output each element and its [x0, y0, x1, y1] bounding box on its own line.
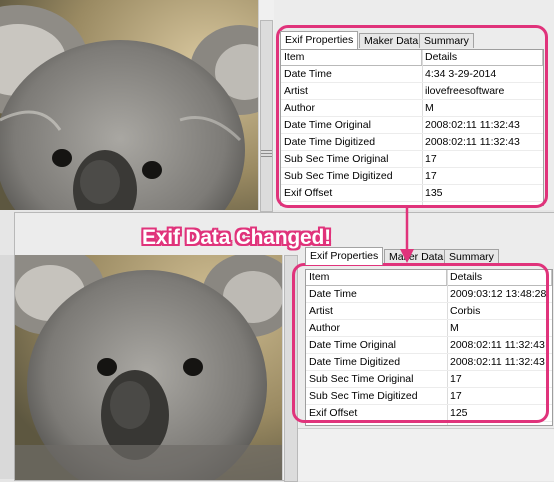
- exif-changed-headline: Exif Data Changed!: [142, 226, 331, 249]
- after-table-row[interactable]: Exif Offset 125: [306, 405, 552, 422]
- before-row-details: ilovefreesoftware: [425, 85, 505, 97]
- after-tab-exif-properties[interactable]: Exif Properties: [305, 247, 384, 265]
- after-window: Exif Properties Maker Data Summary Item …: [14, 212, 554, 482]
- after-column-details[interactable]: Details: [447, 270, 552, 285]
- before-row-item: Sub Sec Time Original: [284, 153, 389, 165]
- before-scroll-thumb[interactable]: [260, 20, 273, 212]
- before-row-details: M: [425, 102, 434, 114]
- before-tab-summary[interactable]: Summary: [419, 33, 474, 48]
- after-image-scrollbar[interactable]: [282, 255, 299, 482]
- before-row-details: 2008:02:11 11:32:43: [425, 136, 520, 148]
- before-table-row[interactable]: Exif Offset 135: [281, 185, 543, 202]
- before-row-item: Artist: [284, 85, 308, 97]
- after-row-item: Sub Sec Time Original: [309, 373, 414, 385]
- before-row-item: Date Time: [284, 68, 332, 80]
- before-table-row[interactable]: Date Time 4:34 3-29-2014: [281, 66, 543, 83]
- before-window: Exif Properties Maker Data Summary Item …: [0, 0, 554, 212]
- before-row-item: Exif Offset: [284, 187, 333, 199]
- after-row-details: M: [450, 322, 459, 334]
- after-table-row[interactable]: Sub Sec Time Original 17: [306, 371, 552, 388]
- before-table-row[interactable]: Date Time Digitized 2008:02:11 11:32:43: [281, 134, 543, 151]
- after-row-item: Date Time Original: [309, 339, 396, 351]
- before-table-row[interactable]: Date Time Original 2008:02:11 11:32:43: [281, 117, 543, 134]
- after-row-item: Date Time Digitized: [309, 356, 401, 368]
- after-table-row[interactable]: Date Time Digitized 2008:02:11 11:32:43: [306, 354, 552, 371]
- after-exif-table: Item Details Date Time 2009:03:12 13:48:2…: [305, 269, 553, 426]
- after-left-border: [0, 255, 15, 479]
- after-table-row[interactable]: Date Time 2009:03:12 13:48:28: [306, 286, 552, 303]
- after-row-item: Author: [309, 322, 340, 334]
- before-table-row[interactable]: Sub Sec Time Digitized 17: [281, 168, 543, 185]
- before-table-row[interactable]: Sub Sec Time Original 17: [281, 151, 543, 168]
- after-table-row[interactable]: Artist Corbis: [306, 303, 552, 320]
- after-row-item: Artist: [309, 305, 333, 317]
- after-row-details: Corbis: [450, 305, 481, 317]
- after-status-strip: [298, 428, 554, 481]
- after-table-header: Item Details: [306, 270, 552, 286]
- after-row-details: 2009:03:12 13:48:28: [450, 288, 547, 300]
- before-exif-table: Item Details Date Time 4:34 3-29-2014 Arti…: [280, 49, 544, 206]
- after-row-details: 17: [450, 390, 462, 402]
- before-row-details: 135: [425, 187, 443, 199]
- before-table-header: Item Details: [281, 50, 543, 66]
- after-koala-image: [15, 255, 282, 480]
- after-row-item: Date Time: [309, 288, 357, 300]
- before-tab-exif-properties[interactable]: Exif Properties: [280, 31, 359, 49]
- before-row-item: Sub Sec Time Digitized: [284, 170, 393, 182]
- before-column-item[interactable]: Item: [281, 50, 422, 65]
- before-image-scrollbar[interactable]: [258, 0, 274, 212]
- after-column-item[interactable]: Item: [306, 270, 447, 285]
- before-row-details: 4:34 3-29-2014: [425, 68, 497, 80]
- before-tabstrip: Exif Properties Maker Data Summary: [280, 31, 480, 49]
- before-koala-image: [0, 0, 258, 210]
- after-row-details: 17: [450, 373, 462, 385]
- after-row-item: Sub Sec Time Digitized: [309, 390, 418, 402]
- after-scroll-thumb[interactable]: [284, 255, 298, 482]
- after-row-details: 125: [450, 407, 468, 419]
- before-row-details: 17: [425, 170, 437, 182]
- before-row-details: 2008:02:11 11:32:43: [425, 119, 520, 131]
- after-tab-summary[interactable]: Summary: [444, 249, 499, 264]
- before-row-details: 17: [425, 153, 437, 165]
- after-table-row[interactable]: Sub Sec Time Digitized 17: [306, 388, 552, 405]
- after-table-row[interactable]: Date Time Original 2008:02:11 11:32:43: [306, 337, 552, 354]
- after-row-details: 2008:02:11 11:32:43: [450, 356, 545, 368]
- before-row-item: Date Time Digitized: [284, 136, 376, 148]
- before-row-item: Date Time Original: [284, 119, 371, 131]
- before-row-item: Author: [284, 102, 315, 114]
- after-row-item: Exif Offset: [309, 407, 358, 419]
- after-table-row[interactable]: Author M: [306, 320, 552, 337]
- before-table-row[interactable]: Artist ilovefreesoftware: [281, 83, 543, 100]
- before-column-details[interactable]: Details: [422, 50, 543, 65]
- after-row-details: 2008:02:11 11:32:43: [450, 339, 545, 351]
- change-arrow-icon: [400, 207, 414, 263]
- before-tab-maker-data[interactable]: Maker Data: [359, 33, 424, 48]
- before-table-row[interactable]: Author M: [281, 100, 543, 117]
